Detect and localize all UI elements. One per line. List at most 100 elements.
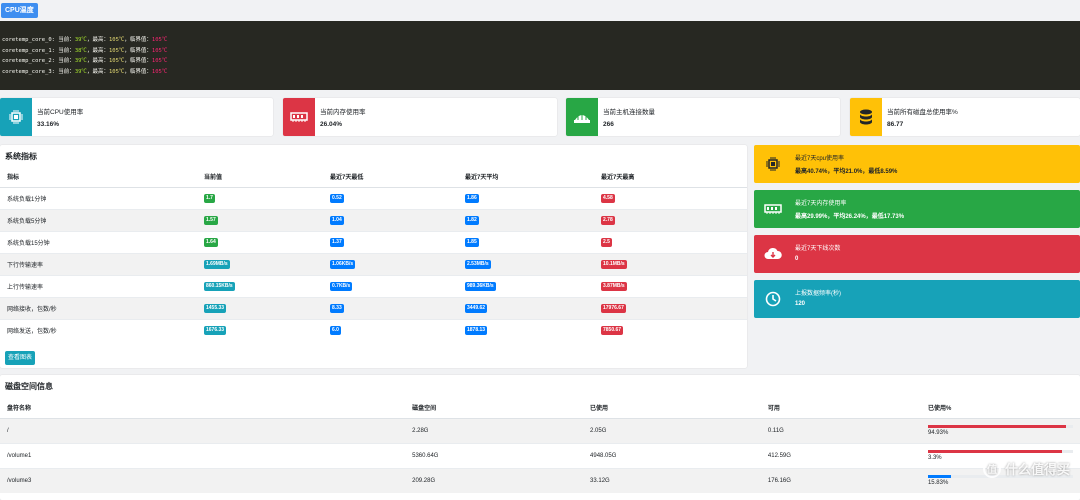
current-label: 当前：	[58, 48, 75, 54]
summary-label: 最近7天下线次数	[795, 243, 840, 252]
column-header: 已使用%	[921, 398, 1080, 418]
max-value-badge: 4.58	[601, 194, 615, 203]
terminal-line: coretemp_core_1: 当前：38℃，最高：105℃，临界值：105℃	[2, 46, 1080, 57]
cpu-temp-button[interactable]: CPU温度	[1, 3, 38, 18]
table-cell: 1.69MB/s	[197, 253, 323, 275]
avg-value-badge: 1.86	[465, 194, 479, 203]
table-cell: 上行传输速率	[0, 275, 197, 297]
system-metrics-title: 系统指标	[5, 151, 37, 162]
current-label: 当前：	[58, 69, 75, 75]
cloud-download-icon	[762, 243, 784, 265]
table-cell: 0.7KB/s	[323, 275, 458, 297]
table-cell: 1.57	[197, 209, 323, 231]
view-chart-button[interactable]: 查看图表	[5, 351, 35, 365]
current-value-badge: 1676.33	[204, 326, 226, 335]
stat-label: 当前主机连接数量	[603, 106, 655, 116]
disk-used: 33.12G	[583, 468, 761, 493]
stat-card: 当前内存使用率 26.04%	[283, 98, 557, 136]
table-row: /volume3209.28G33.12G176.16G15.83%	[0, 468, 1080, 493]
avg-value-badge: 2.53MB/s	[465, 260, 491, 269]
table-cell: 3.87MB/s	[594, 275, 747, 297]
summary-card: 最近7天下线次数 0	[754, 235, 1080, 273]
table-cell: 1.37	[323, 231, 458, 253]
disk-name: /volume1	[0, 443, 405, 468]
stat-text: 当前主机连接数量 266	[603, 106, 655, 128]
table-cell: 1.82	[458, 209, 594, 231]
table-cell: 989.36KB/s	[458, 275, 594, 297]
current-temp: 39℃	[75, 37, 87, 43]
table-cell: 2.5	[594, 231, 747, 253]
usage-progress-fill	[928, 450, 1062, 453]
table-cell: 3449.62	[458, 297, 594, 319]
summary-card: 上报数据频率(秒) 120	[754, 280, 1080, 318]
table-cell: 下行传输速率	[0, 253, 197, 275]
stat-label: 当前所有磁盘总使用率%	[887, 106, 958, 116]
table-cell: 1.64	[197, 231, 323, 253]
table-row: 上行传输速率 860.15KB/s 0.7KB/s989.36KB/s 3.87MB/…	[0, 275, 747, 297]
avg-value-badge: 3449.62	[465, 304, 487, 313]
stat-card: 当前所有磁盘总使用率% 86.77	[850, 98, 1080, 136]
disk-used: 4948.05G	[583, 443, 761, 468]
core-name: coretemp_core_2:	[2, 58, 58, 64]
max-temp: 105℃	[109, 69, 124, 75]
stat-value: 266	[603, 121, 655, 128]
disk-size: 209.28G	[405, 468, 583, 493]
summary-text: 最近7天cpu使用率 最高40.74%，平均21.0%，最低8.59%	[795, 153, 897, 175]
current-temp: 39℃	[75, 69, 87, 75]
table-cell: 17976.67	[594, 297, 747, 319]
usage-progress	[928, 450, 1073, 453]
summary-value: 120	[795, 301, 841, 307]
min-value-badge: 1.04	[330, 216, 344, 225]
critical-temp: 105℃	[152, 58, 167, 64]
top-bar: CPU温度	[0, 0, 1080, 21]
disk-size: 5360.64G	[405, 443, 583, 468]
core-name: coretemp_core_0:	[2, 37, 58, 43]
disk-size: 2.28G	[405, 418, 583, 443]
table-cell: 1.7	[197, 187, 323, 209]
system-metrics-table: 指标当前值最近7天最低最近7天平均最近7天最高 系统负载1分钟1.70.521.…	[0, 167, 747, 341]
max-label: ，最高：	[87, 48, 109, 54]
critical-label: ，临界值：	[124, 58, 152, 64]
table-row: /volume15360.64G4948.05G412.59G3.3%	[0, 443, 1080, 468]
table-cell: 网络发送，包数/秒	[0, 319, 197, 341]
terminal-line: coretemp_core_0: 当前：39℃，最高：105℃，临界值：105℃	[2, 35, 1080, 46]
memory-icon	[283, 98, 315, 136]
max-value-badge: 17976.67	[601, 304, 626, 313]
column-header: 当前值	[197, 167, 323, 187]
table-cell: 2.78	[594, 209, 747, 231]
column-header: 盘符名称	[0, 398, 405, 418]
table-cell: 1.86	[458, 187, 594, 209]
table-cell: 网络接收，包数/秒	[0, 297, 197, 319]
table-cell: 1676.33	[197, 319, 323, 341]
max-temp: 105℃	[109, 48, 124, 54]
disk-usage-cell: 94.93%	[921, 418, 1080, 443]
column-header: 可用	[761, 398, 921, 418]
max-temp: 105℃	[109, 37, 124, 43]
summary-label: 最近7天内存使用率	[795, 198, 904, 207]
table-cell: 系统负载5分钟	[0, 209, 197, 231]
table-cell: 10.1MB/s	[594, 253, 747, 275]
watermark: 值 什么值得买	[983, 459, 1070, 478]
max-label: ，最高：	[87, 37, 109, 43]
current-temp: 38℃	[75, 48, 87, 54]
current-value-badge: 860.15KB/s	[204, 282, 235, 291]
cpu-icon	[762, 153, 784, 175]
disk-space-panel: 磁盘空间信息 盘符名称磁盘空间已使用可用已使用% /2.28G2.05G0.11…	[0, 375, 1080, 500]
table-row: 系统负载5分钟1.57 1.04 1.822.78	[0, 209, 747, 231]
column-header: 最近7天最高	[594, 167, 747, 187]
current-value-badge: 1455.33	[204, 304, 226, 313]
max-value-badge: 3.87MB/s	[601, 282, 627, 291]
min-value-badge: 8.33	[330, 304, 344, 313]
stat-text: 当前CPU使用率 33.16%	[37, 106, 83, 128]
table-cell: 系统负载1分钟	[0, 187, 197, 209]
usage-progress-fill	[928, 475, 951, 478]
critical-temp: 105℃	[152, 48, 167, 54]
table-cell: 0.52	[323, 187, 458, 209]
clock-icon	[762, 288, 784, 310]
critical-temp: 105℃	[152, 37, 167, 43]
disk-space-title: 磁盘空间信息	[5, 381, 53, 392]
max-value-badge: 10.1MB/s	[601, 260, 627, 269]
watermark-text: 什么值得买	[1005, 459, 1070, 478]
column-header: 最近7天平均	[458, 167, 594, 187]
current-value-badge: 1.69MB/s	[204, 260, 230, 269]
